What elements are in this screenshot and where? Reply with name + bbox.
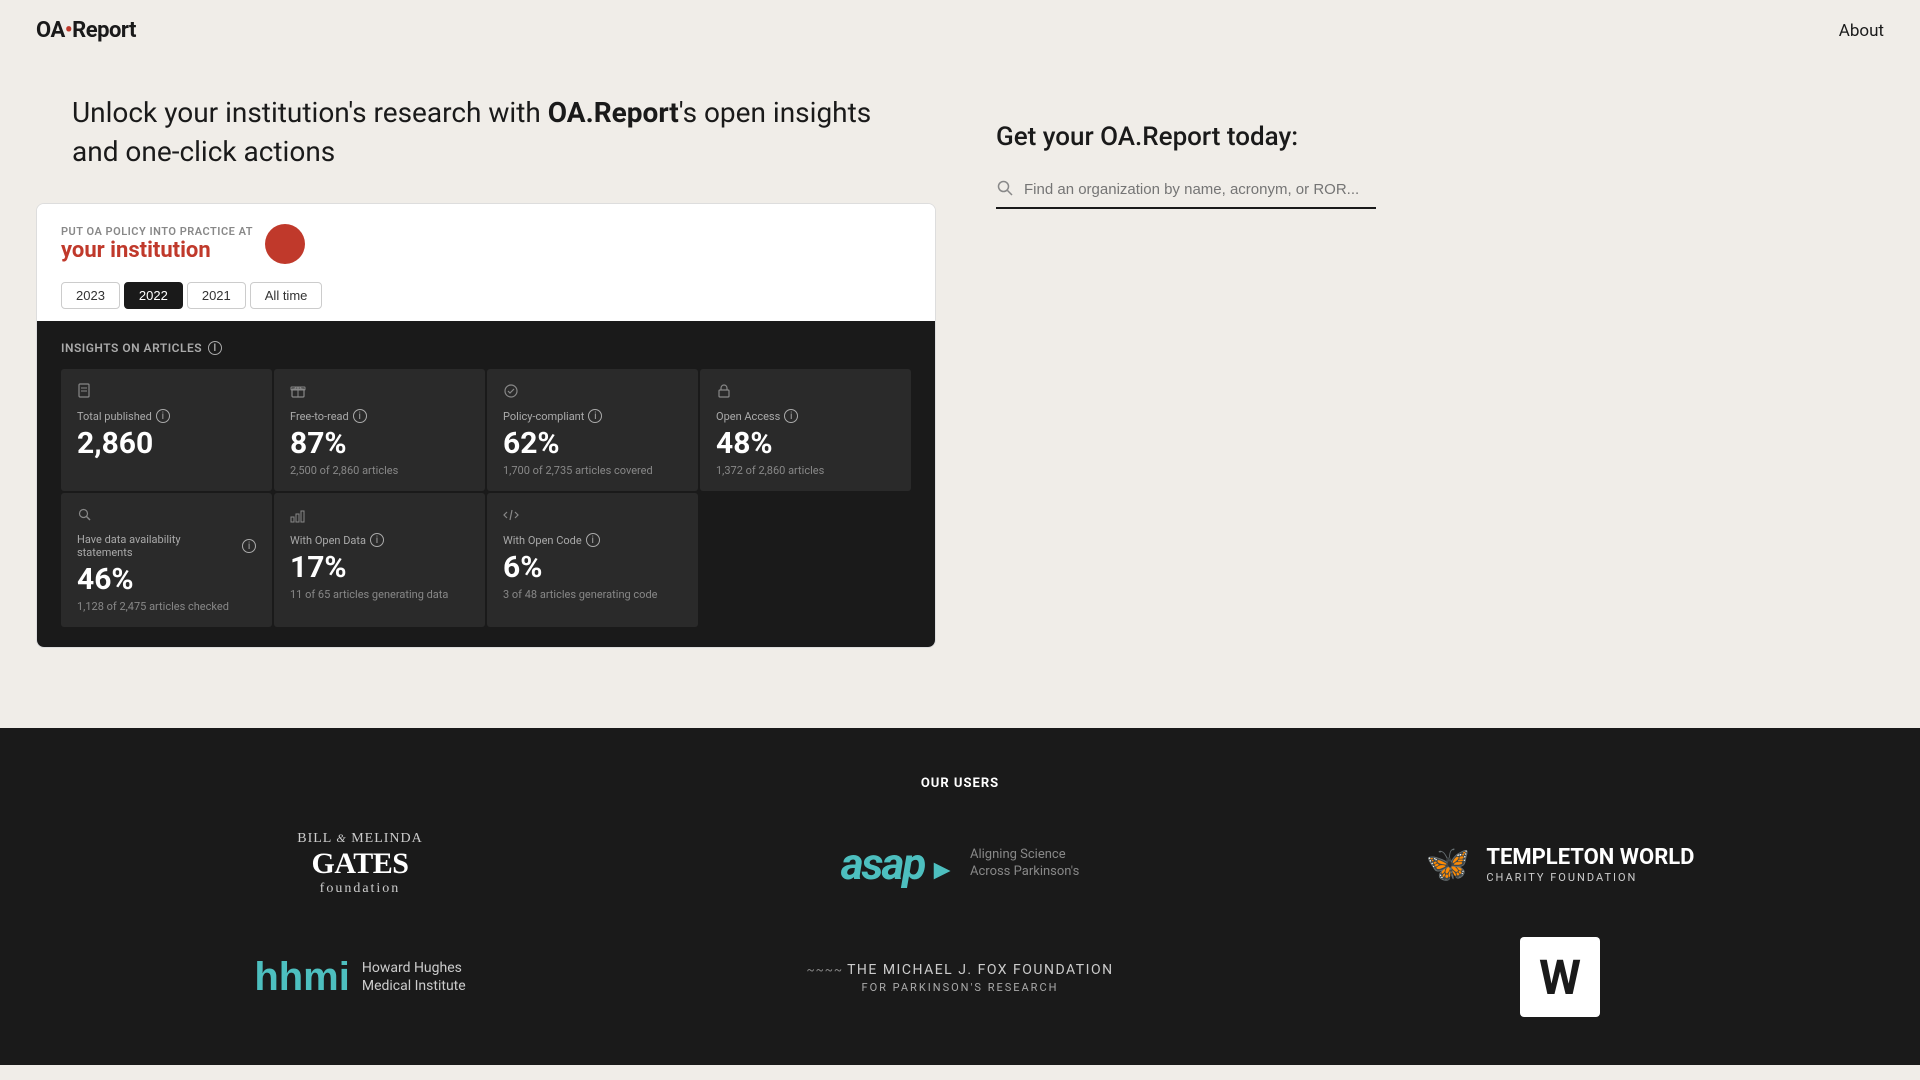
stat-label-opendata: With Open Data i [290,533,469,547]
tab-2022[interactable]: 2022 [124,282,183,309]
about-link[interactable]: About [1839,21,1884,41]
logo[interactable]: OA•Report [36,18,136,43]
stat-value-policy: 62% [503,427,682,460]
stat-sub-policy: 1,700 of 2,735 articles covered [503,464,682,477]
navigation: OA•Report About [0,0,1920,61]
stat-label-oa: Open Access i [716,409,895,423]
main-content: Unlock your institution's research with … [0,61,1920,648]
hero-brand: OA.Report [548,96,679,129]
stat-info-icon-3[interactable]: i [588,409,602,423]
butterfly-icon: 🦋 [1426,843,1471,885]
search-icon [996,179,1014,201]
stat-search-icon [77,507,256,527]
tab-2023[interactable]: 2023 [61,282,120,309]
stat-sub-opendata: 11 of 65 articles generating data [290,588,469,601]
stat-sub-oa: 1,372 of 2,860 articles [716,464,895,477]
stat-info-icon[interactable]: i [156,409,170,423]
stat-value-free: 87% [290,427,469,460]
stat-total-published: Total published i 2,860 [61,369,272,491]
stat-info-icon-2[interactable]: i [353,409,367,423]
stat-lock-icon [716,383,895,403]
stat-bar-icon [290,507,469,527]
institution-name: your institution [61,238,253,263]
asap-logo: asap ► Aligning Science Across Parkinson… [841,838,1080,890]
stat-open-data: With Open Data i 17% 11 of 65 articles g… [274,493,485,627]
insights-label: INSIGHTS ON ARTICLES i [61,341,911,355]
fox-foundation-logo: ~~~~ THE MICHAEL J. FOX FOUNDATION FOR P… [806,961,1113,994]
org-search-input[interactable] [1024,181,1376,198]
dark-stats-section: INSIGHTS ON ARTICLES i Total published i… [37,321,935,647]
stat-value-oa: 48% [716,427,895,460]
stat-gift-icon [290,383,469,403]
stats-top-grid: Total published i 2,860 Free-to-read i [61,369,911,491]
red-dot-decoration [265,224,305,264]
stat-policy-compliant: Policy-compliant i 62% 1,700 of 2,735 ar… [487,369,698,491]
stat-free-to-read: Free-to-read i 87% 2,500 of 2,860 articl… [274,369,485,491]
logo-dot: • [65,18,72,43]
stat-info-icon-7[interactable]: i [586,533,600,547]
templeton-logo: 🦋 TEMPLETON WORLD CHARITY FOUNDATION [1426,843,1695,885]
stat-value-total: 2,860 [77,427,256,460]
dashboard-card: PUT OA POLICY INTO PRACTICE AT your inst… [36,203,936,648]
stat-open-code: With Open Code i 6% 3 of 48 articles gen… [487,493,698,627]
tab-2021[interactable]: 2021 [187,282,246,309]
dashboard-header: PUT OA POLICY INTO PRACTICE AT your inst… [37,204,935,274]
stat-code-icon [503,507,682,527]
stat-doc-icon [77,383,256,403]
search-box[interactable] [996,179,1376,209]
stat-data-availability: Have data availability statements i 46% … [61,493,272,627]
stat-info-icon-4[interactable]: i [784,409,798,423]
our-users-label: OUR USERS [80,776,1840,791]
gates-foundation-logo: BILL & MELINDA GATES foundation [297,831,422,897]
stat-info-icon-5[interactable]: i [242,539,256,553]
get-report-title: Get your OA.Report today: [996,121,1396,155]
hero-title: Unlock your institution's research with … [72,93,900,171]
stat-label-total: Total published i [77,409,256,423]
stat-label-policy: Policy-compliant i [503,409,682,423]
stat-check-icon [503,383,682,403]
hhmi-logo: hhmi Howard Hughes Medical Institute [254,955,465,1000]
stat-label-free: Free-to-read i [290,409,469,423]
oa-policy-label: PUT OA POLICY INTO PRACTICE AT [61,225,253,238]
insights-info-icon[interactable]: i [208,341,222,355]
stat-value-opencode: 6% [503,551,682,584]
stats-bottom-grid: Have data availability statements i 46% … [61,493,911,627]
stat-open-access: Open Access i 48% 1,372 of 2,860 article… [700,369,911,491]
wellcome-logo: W [1520,937,1600,1017]
stat-label-opencode: With Open Code i [503,533,682,547]
tab-alltime[interactable]: All time [250,282,323,309]
footer: OUR USERS BILL & MELINDA GATES foundatio… [0,728,1920,1065]
dashboard-header-text: PUT OA POLICY INTO PRACTICE AT your inst… [61,225,253,263]
stat-info-icon-6[interactable]: i [370,533,384,547]
year-tabs: 2023 2022 2021 All time [37,274,935,321]
hero-prefix: Unlock your institution's research with [72,96,548,129]
stat-sub-opencode: 3 of 48 articles generating code [503,588,682,601]
right-panel: Get your OA.Report today: [996,61,1396,648]
stat-label-data: Have data availability statements i [77,533,256,559]
stat-sub-free: 2,500 of 2,860 articles [290,464,469,477]
left-panel: Unlock your institution's research with … [36,61,936,648]
hero-section: Unlock your institution's research with … [36,61,936,171]
stat-value-opendata: 17% [290,551,469,584]
logos-top-row: BILL & MELINDA GATES foundation asap ► A… [80,831,1840,897]
stat-value-data: 46% [77,563,256,596]
stat-sub-data: 1,128 of 2,475 articles checked [77,600,256,613]
logos-bottom-row: hhmi Howard Hughes Medical Institute ~~~… [80,937,1840,1017]
